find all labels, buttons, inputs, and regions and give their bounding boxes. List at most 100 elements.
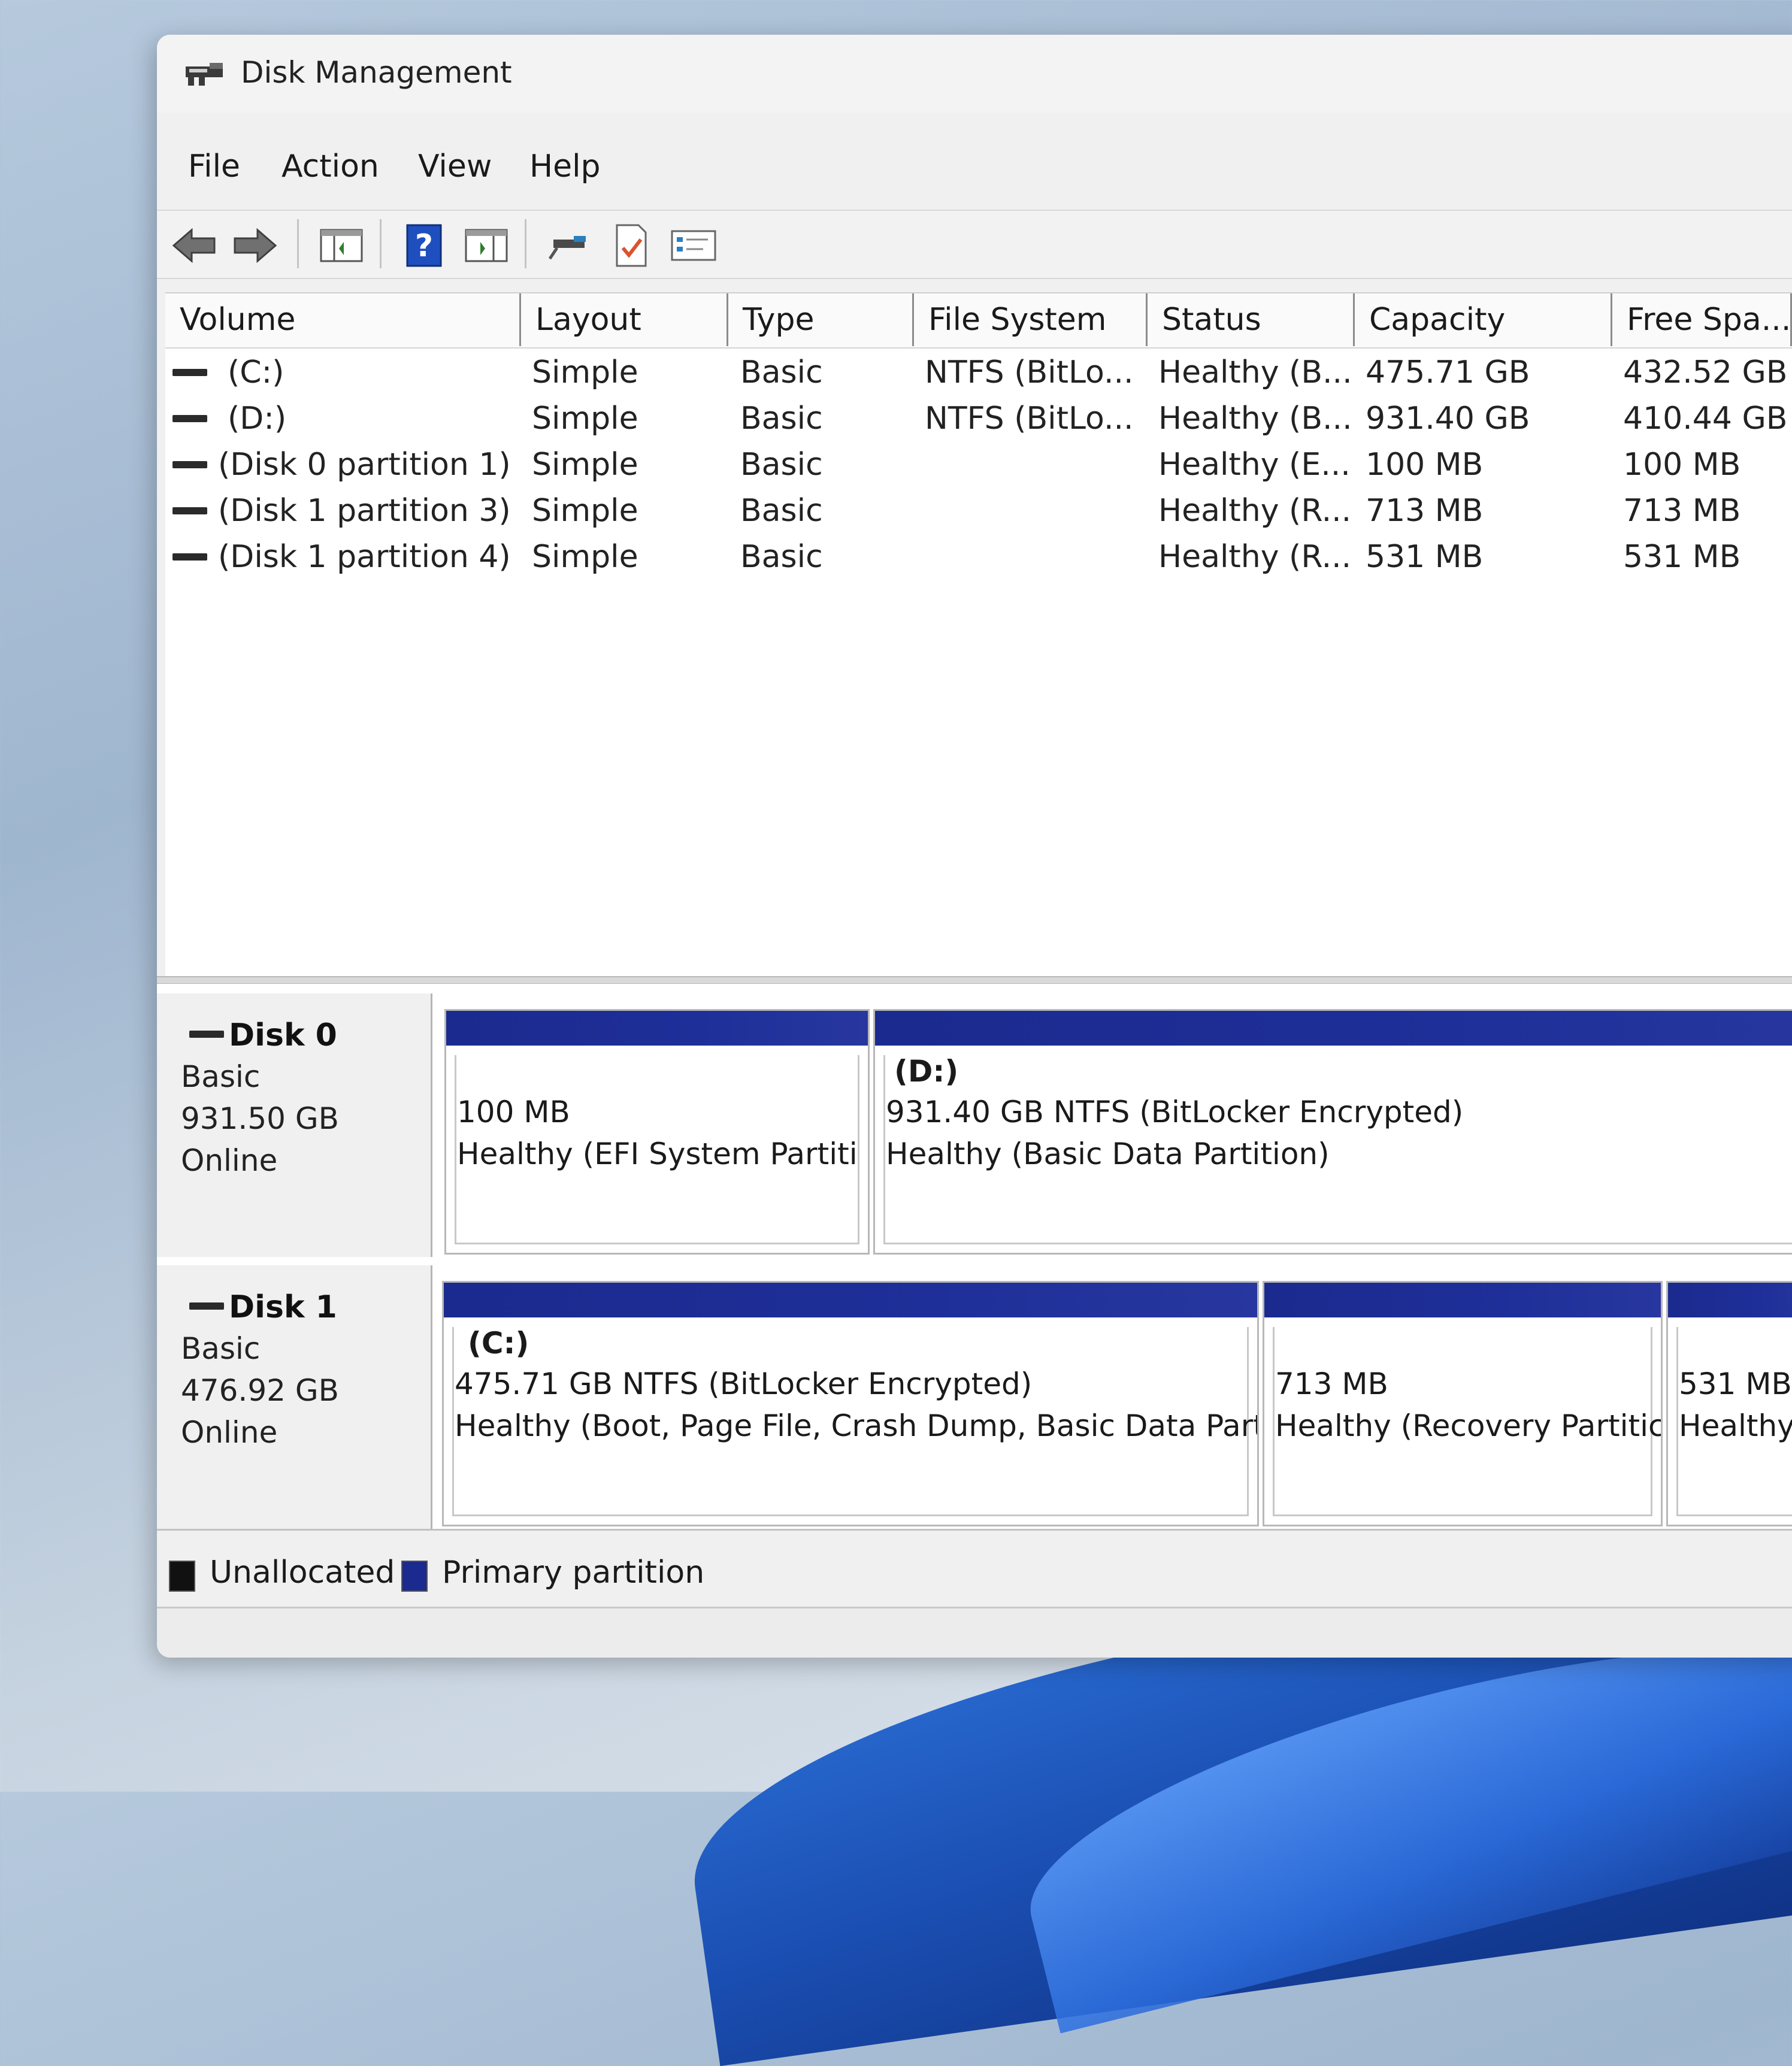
column-header-free-space[interactable]: Free Spa... — [1612, 293, 1792, 346]
toolbar-separator — [525, 219, 526, 268]
cell-status: Healthy (B... — [1158, 401, 1352, 437]
cell-free-space: 531 MB — [1623, 539, 1741, 575]
partition-title: (C:) — [468, 1326, 529, 1361]
primary-partition-bar — [444, 1283, 1257, 1317]
cell-volume: (Disk 1 partition 4) — [218, 539, 511, 575]
cell-volume: (D:) — [228, 401, 287, 437]
volume-icon — [172, 415, 207, 422]
disk-map: Disk 0 Basic 931.50 GB Online 100 MB Hea… — [157, 984, 1792, 1529]
cell-free-space: 432.52 GB — [1623, 355, 1788, 390]
cell-type: Basic — [740, 401, 823, 437]
disk-type: Basic — [181, 1059, 261, 1094]
cell-type: Basic — [740, 539, 823, 575]
menu-file[interactable]: File — [188, 149, 240, 184]
cell-capacity: 531 MB — [1366, 539, 1484, 575]
table-row[interactable]: (C:) Simple Basic NTFS (BitLo... Healthy… — [165, 350, 1792, 396]
volume-icon — [172, 369, 207, 376]
disk-status: Online — [181, 1415, 278, 1450]
partition-status: Healthy — [1679, 1408, 1792, 1443]
legend-primary-partition: Primary partition — [442, 1555, 705, 1591]
column-header-row: Volume Layout Type File System Status Ca… — [165, 293, 1792, 349]
disk-icon — [189, 1302, 224, 1310]
cell-free-space: 100 MB — [1623, 447, 1741, 483]
cell-layout: Simple — [532, 447, 638, 483]
volume-icon — [172, 553, 207, 561]
primary-partition-swatch — [401, 1561, 428, 1592]
disk-size: 931.50 GB — [181, 1101, 339, 1136]
svg-text:?: ? — [415, 228, 433, 264]
primary-partition-bar — [1668, 1283, 1792, 1317]
column-header-file-system[interactable]: File System — [914, 293, 1148, 346]
table-row[interactable]: (Disk 1 partition 4) Simple Basic Health… — [165, 534, 1792, 580]
console-tree-icon[interactable] — [317, 222, 365, 269]
disk-management-window: Disk Management File Action View Help ? — [157, 35, 1792, 1658]
legend-unallocated: Unallocated — [210, 1555, 395, 1591]
cell-capacity: 931.40 GB — [1366, 401, 1530, 437]
menu-bar: File Action View Help — [157, 149, 1792, 202]
toolbar-separator — [297, 219, 299, 268]
primary-partition-bar — [446, 1011, 868, 1046]
help-icon[interactable]: ? — [400, 222, 448, 269]
cell-type: Basic — [740, 447, 823, 483]
settings-list-icon[interactable] — [670, 222, 718, 269]
checklist-icon[interactable] — [607, 222, 655, 269]
column-header-status[interactable]: Status — [1148, 293, 1355, 346]
unallocated-swatch — [169, 1561, 195, 1592]
cell-file-system: NTFS (BitLo... — [925, 401, 1134, 437]
cell-free-space: 410.44 GB — [1623, 401, 1788, 437]
partition-status: Healthy (Boot, Page File, Crash Dump, Ba… — [455, 1408, 1259, 1443]
cell-status: Healthy (R... — [1158, 539, 1352, 575]
table-row[interactable]: (Disk 1 partition 3) Simple Basic Health… — [165, 488, 1792, 534]
partition-d[interactable]: (D:) 931.40 GB NTFS (BitLocker Encrypted… — [873, 1009, 1792, 1255]
menu-help[interactable]: Help — [529, 149, 601, 184]
volume-list: Volume Layout Type File System Status Ca… — [165, 292, 1792, 976]
cell-volume: (Disk 1 partition 3) — [218, 493, 511, 529]
partition-recovery-713[interactable]: 713 MB Healthy (Recovery Partitic — [1263, 1281, 1663, 1526]
partition-efi[interactable]: 100 MB Healthy (EFI System Partiti — [444, 1009, 870, 1255]
window-title: Disk Management — [241, 55, 512, 90]
disk-icon — [189, 1031, 224, 1038]
partition-c[interactable]: (C:) 475.71 GB NTFS (BitLocker Encrypted… — [442, 1281, 1259, 1526]
cell-layout: Simple — [532, 493, 638, 529]
cell-capacity: 713 MB — [1366, 493, 1484, 529]
table-row[interactable]: (D:) Simple Basic NTFS (BitLo... Healthy… — [165, 396, 1792, 442]
forward-arrow-icon[interactable] — [231, 222, 279, 269]
partition-recovery-531[interactable]: 531 MB Healthy — [1666, 1281, 1792, 1526]
column-header-layout[interactable]: Layout — [521, 293, 728, 346]
disk-size: 476.92 GB — [181, 1373, 339, 1408]
volume-icon — [172, 507, 207, 514]
cell-status: Healthy (E... — [1158, 447, 1351, 483]
partition-title: (D:) — [894, 1054, 959, 1089]
partition-size: 713 MB — [1275, 1367, 1388, 1401]
cell-volume: (Disk 0 partition 1) — [218, 447, 511, 483]
menu-action[interactable]: Action — [281, 149, 379, 184]
column-header-type[interactable]: Type — [728, 293, 914, 346]
disk-0-label[interactable]: Disk 0 Basic 931.50 GB Online — [157, 993, 432, 1257]
cell-volume: (C:) — [228, 355, 284, 390]
menu-view[interactable]: View — [418, 149, 492, 184]
partition-size: 475.71 GB NTFS (BitLocker Encrypted) — [455, 1367, 1033, 1401]
table-row[interactable]: (Disk 0 partition 1) Simple Basic Health… — [165, 442, 1792, 488]
toolbar: ? — [157, 210, 1792, 279]
properties-pane-icon[interactable] — [462, 222, 510, 269]
status-bar — [157, 1607, 1792, 1658]
pane-splitter[interactable] — [157, 976, 1792, 984]
cell-layout: Simple — [532, 539, 638, 575]
partition-status: Healthy (Basic Data Partition) — [886, 1137, 1330, 1171]
disk-type: Basic — [181, 1331, 261, 1366]
title-bar: Disk Management — [157, 35, 1792, 113]
cell-status: Healthy (B... — [1158, 355, 1352, 390]
volume-icon — [172, 461, 207, 468]
back-arrow-icon[interactable] — [170, 222, 218, 269]
column-header-capacity[interactable]: Capacity — [1355, 293, 1612, 346]
cell-type: Basic — [740, 355, 823, 390]
cell-layout: Simple — [532, 355, 638, 390]
disk-status: Online — [181, 1143, 278, 1178]
connect-icon[interactable] — [545, 222, 593, 269]
column-header-volume[interactable]: Volume — [165, 293, 521, 346]
primary-partition-bar — [875, 1011, 1792, 1046]
disk-management-icon — [186, 63, 223, 86]
disk-1-label[interactable]: Disk 1 Basic 476.92 GB Online — [157, 1265, 432, 1529]
disk-name: Disk 0 — [229, 1017, 337, 1053]
cell-type: Basic — [740, 493, 823, 529]
